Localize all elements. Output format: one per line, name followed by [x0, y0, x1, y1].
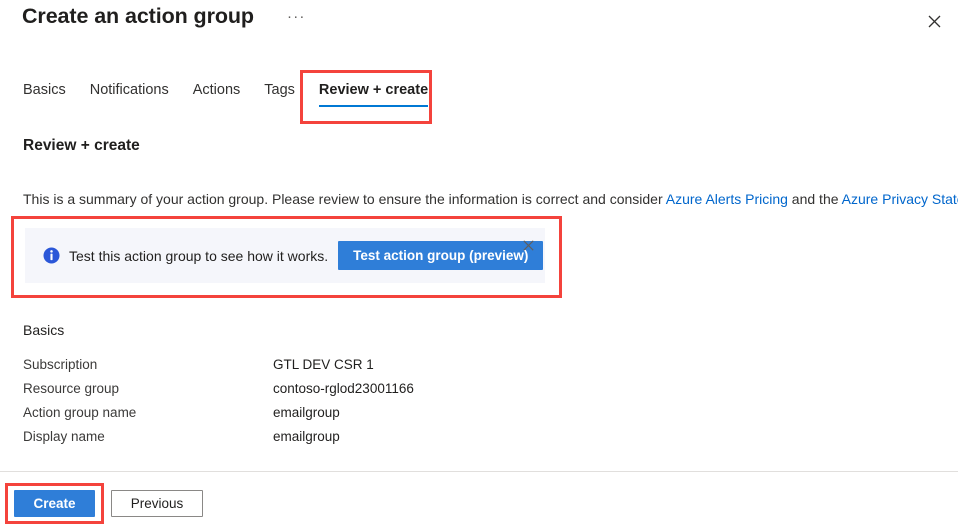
link-azure-privacy-statement[interactable]: Azure Privacy Statement	[842, 191, 958, 207]
more-options-icon[interactable]: ···	[287, 9, 306, 24]
tab-actions[interactable]: Actions	[193, 80, 241, 107]
summary-text-part-1: This is a summary of your action group. …	[23, 191, 666, 207]
tab-notifications[interactable]: Notifications	[90, 80, 169, 107]
summary-text-part-2: and the	[787, 191, 842, 207]
info-banner-message: Test this action group to see how it wor…	[69, 247, 329, 264]
previous-button[interactable]: Previous	[111, 490, 203, 517]
close-icon[interactable]	[918, 6, 950, 36]
row-value-action-group-name: emailgroup	[273, 405, 340, 420]
basics-section-title: Basics	[23, 322, 65, 338]
row-value-resource-group: contoso-rglod23001166	[273, 381, 414, 396]
create-button[interactable]: Create	[14, 490, 95, 517]
row-label-action-group-name: Action group name	[23, 405, 137, 420]
row-label-display-name: Display name	[23, 429, 105, 444]
table-row: Subscription GTL DEV CSR 1	[23, 353, 414, 377]
row-label-subscription: Subscription	[23, 357, 98, 372]
page-title: Create an action group	[22, 4, 254, 28]
banner-close-icon[interactable]	[520, 237, 536, 253]
table-row: Display name emailgroup	[23, 425, 414, 449]
test-action-group-button[interactable]: Test action group (preview)	[338, 241, 544, 270]
link-azure-alerts-pricing[interactable]: Azure Alerts Pricing	[666, 191, 788, 207]
summary-text: This is a summary of your action group. …	[23, 190, 958, 208]
blade-header: Create an action group ···	[0, 0, 958, 46]
tab-basics[interactable]: Basics	[23, 80, 66, 107]
tab-tags[interactable]: Tags	[264, 80, 295, 107]
basics-summary-table: Subscription GTL DEV CSR 1 Resource grou…	[23, 353, 414, 449]
table-row: Resource group contoso-rglod23001166	[23, 377, 414, 401]
tabstrip: Basics Notifications Actions Tags Review…	[0, 80, 958, 114]
section-heading: Review + create	[23, 137, 140, 154]
table-row: Action group name emailgroup	[23, 401, 414, 425]
row-value-display-name: emailgroup	[273, 429, 340, 444]
info-banner: Test this action group to see how it wor…	[25, 228, 545, 283]
tab-review-create[interactable]: Review + create	[318, 80, 429, 107]
info-icon	[43, 247, 60, 264]
row-value-subscription: GTL DEV CSR 1	[273, 357, 374, 372]
row-label-resource-group: Resource group	[23, 381, 120, 396]
